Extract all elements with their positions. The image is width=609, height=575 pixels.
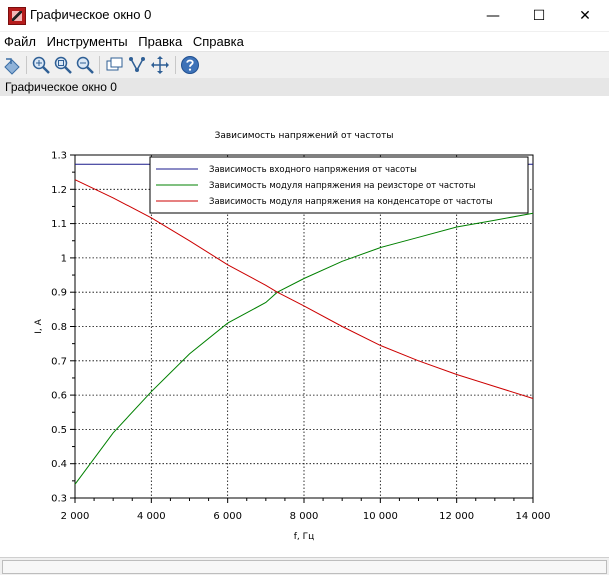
datatip-icon[interactable] [105, 55, 125, 75]
close-button[interactable]: ✕ [562, 0, 608, 31]
zoom-fit-icon[interactable] [53, 55, 73, 75]
y-tick-label: 0.4 [51, 459, 67, 470]
menu-tools[interactable]: Инструменты [43, 32, 131, 49]
y-tick-label: 0.5 [51, 425, 67, 436]
figure-label-bar: Графическое окно 0 [0, 78, 609, 96]
legend-label-2: Зависимость модуля напряжения на реизсто… [209, 181, 476, 191]
legend-label-3: Зависимость модуля напряжения на конденс… [209, 197, 493, 207]
y-tick-label: 1.3 [51, 151, 67, 162]
title-bar: Графическое окно 0 — ☐ ✕ [0, 0, 609, 32]
menu-file[interactable]: Файл [0, 32, 39, 49]
minimize-button[interactable]: — [470, 0, 516, 31]
y-tick-label: 1.1 [51, 219, 67, 230]
y-tick-label: 0.8 [51, 322, 67, 333]
figure-label: Графическое окно 0 [5, 80, 117, 94]
toolbar-separator [175, 56, 176, 74]
toolbar [0, 51, 609, 79]
legend-label-1: Зависимость входного напряжения от часот… [209, 165, 417, 175]
menu-help[interactable]: Справка [189, 32, 247, 49]
window-title: Графическое окно 0 [30, 7, 152, 22]
x-tick-label: 8 000 [290, 511, 319, 522]
bottom-status-bar [0, 557, 609, 575]
plot-area[interactable]: 2 000 4 000 6 000 8 000 10 000 12 000 14 000 0.… [0, 96, 609, 557]
y-tick-label: 0.6 [51, 391, 67, 402]
maximize-button[interactable]: ☐ [516, 0, 562, 31]
pan-icon[interactable] [150, 55, 170, 75]
app-icon [8, 7, 26, 25]
toolbar-separator [26, 56, 27, 74]
x-tick-label: 6 000 [213, 511, 242, 522]
toolbar-separator [99, 56, 100, 74]
menu-bar: Файл Инструменты Правка Справка [0, 32, 609, 51]
x-tick-label: 2 000 [61, 511, 90, 522]
line-chart[interactable]: 2 000 4 000 6 000 8 000 10 000 12 000 14 000 0.… [0, 96, 609, 557]
x-tick-label: 14 000 [516, 511, 551, 522]
y-tick-label: 1 [61, 253, 67, 264]
help-icon[interactable] [180, 55, 200, 75]
y-tick-label: 0.9 [51, 288, 67, 299]
zoom-select-icon[interactable] [75, 55, 95, 75]
chart-title: Зависимость напряжений от частоты [215, 131, 394, 141]
x-axis-label: f, Гц [294, 532, 315, 542]
edit-axes-icon[interactable] [127, 55, 147, 75]
x-tick-label: 12 000 [439, 511, 474, 522]
rotate-icon[interactable] [2, 55, 22, 75]
status-field [2, 560, 607, 574]
zoom-in-icon[interactable] [31, 55, 51, 75]
y-tick-label: 0.7 [51, 356, 67, 367]
y-tick-label: 0.3 [51, 494, 67, 505]
x-tick-label: 4 000 [137, 511, 166, 522]
y-tick-label: 1.2 [51, 185, 67, 196]
x-tick-label: 10 000 [363, 511, 398, 522]
y-axis-label: I, A [34, 318, 44, 333]
menu-edit[interactable]: Правка [134, 32, 185, 49]
